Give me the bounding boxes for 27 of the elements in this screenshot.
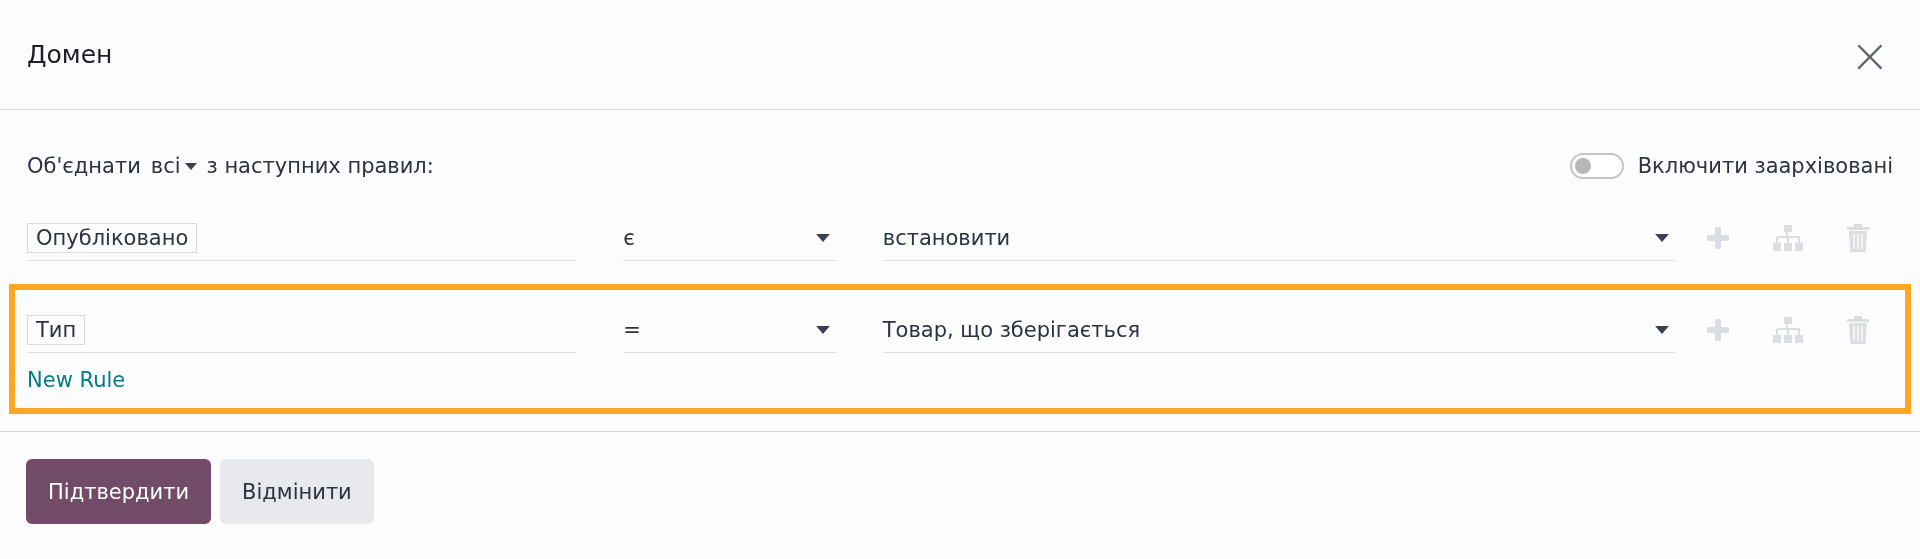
combine-mode-dropdown[interactable]: всі <box>150 154 197 178</box>
operator-select[interactable]: = <box>623 307 836 353</box>
combine-label: Об'єднати <box>27 154 141 178</box>
value-select[interactable]: встановити <box>882 215 1675 261</box>
confirm-button[interactable]: Підтвердити <box>26 459 212 524</box>
operator-text: є <box>623 225 635 250</box>
operator-select[interactable]: є <box>623 215 836 261</box>
field-tag: Опубліковано <box>27 222 198 253</box>
value-text: встановити <box>882 225 1011 250</box>
value-text: Товар, що зберігається <box>882 317 1141 342</box>
new-rule-link[interactable]: New Rule <box>27 368 126 392</box>
operator-text: = <box>623 317 641 342</box>
value-select[interactable]: Товар, що зберігається <box>882 307 1675 353</box>
combine-label: з наступних правил: <box>206 154 434 178</box>
cancel-button[interactable]: Відмінити <box>220 459 374 524</box>
caret-icon <box>1655 233 1669 242</box>
caret-icon <box>1655 325 1669 334</box>
caret-icon <box>815 325 830 334</box>
toggle-switch[interactable] <box>1569 153 1624 179</box>
close-button[interactable]: × <box>1849 30 1890 79</box>
caret-icon <box>815 233 830 242</box>
field-tag: Тип <box>27 314 86 345</box>
toggle-label: Включити заархівовані <box>1637 154 1893 178</box>
field-selector[interactable]: Тип <box>27 307 577 353</box>
dialog-title: Домен <box>27 40 113 69</box>
field-selector[interactable]: Опубліковано <box>27 215 577 261</box>
caret-icon <box>184 162 197 170</box>
